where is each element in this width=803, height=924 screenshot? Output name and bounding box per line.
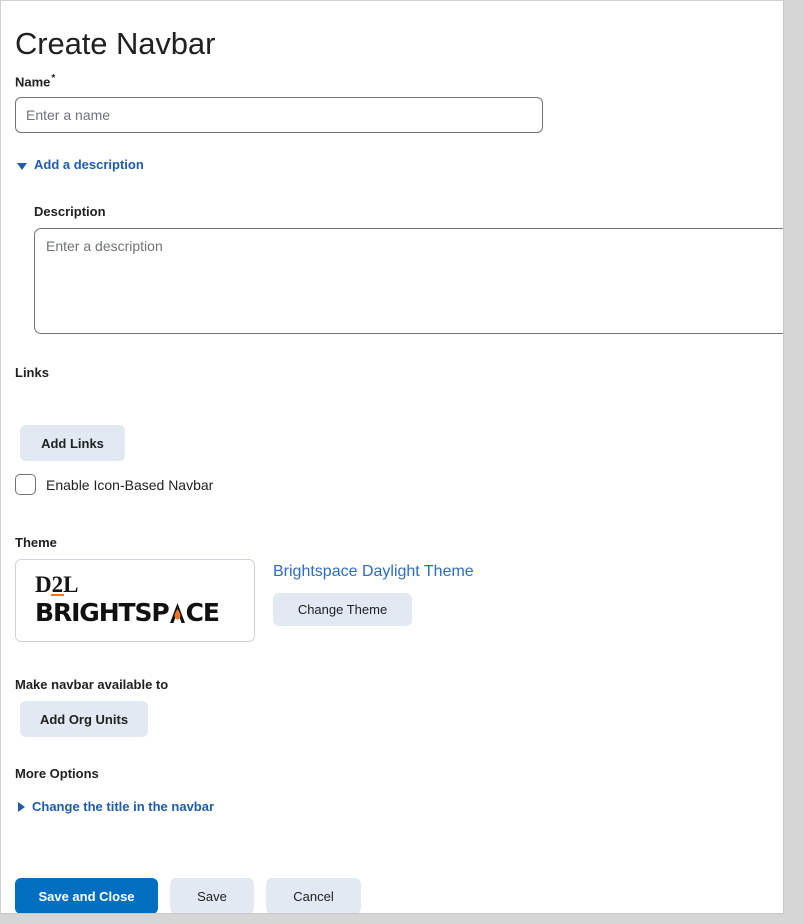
description-textarea[interactable] [34, 228, 783, 334]
page-frame: Create Navbar Name* Add a description De… [0, 0, 784, 914]
name-field-label: Name* [15, 71, 55, 90]
change-title-toggle[interactable]: Change the title in the navbar [18, 799, 214, 815]
footer-divider [1, 867, 783, 868]
more-options-label: More Options [15, 766, 99, 781]
change-theme-button[interactable]: Change Theme [273, 593, 412, 626]
add-org-units-button[interactable]: Add Org Units [20, 701, 148, 737]
brightspace-wordmark: BRIGHTSP CE [35, 598, 220, 627]
triangle-down-icon [17, 162, 27, 170]
page-title: Create Navbar [15, 25, 216, 61]
screenshot-root: Create Navbar Name* Add a description De… [0, 0, 803, 924]
name-input[interactable] [15, 97, 543, 133]
icon-based-navbar-row[interactable]: Enable Icon-Based Navbar [15, 474, 213, 495]
availability-label: Make navbar available to [15, 677, 169, 692]
save-button[interactable]: Save [170, 878, 254, 913]
d2l-brightspace-logo: D2L BRIGHTSP CE [35, 572, 220, 627]
description-label: Description [34, 204, 106, 219]
flame-a-icon [169, 603, 186, 623]
triangle-right-icon [18, 802, 25, 812]
footer-actions: Save and Close Save Cancel [15, 878, 361, 913]
icon-based-navbar-label: Enable Icon-Based Navbar [46, 476, 214, 493]
theme-thumbnail: D2L BRIGHTSP CE [15, 559, 255, 642]
theme-label: Theme [15, 535, 57, 550]
add-description-toggle[interactable]: Add a description [17, 157, 144, 173]
save-and-close-button[interactable]: Save and Close [15, 878, 158, 913]
icon-based-navbar-checkbox[interactable] [15, 474, 36, 495]
form-container: Create Navbar Name* Add a description De… [1, 1, 783, 913]
d2l-wordmark: D2L [35, 572, 79, 597]
theme-name-link[interactable]: Brightspace Daylight Theme [273, 562, 474, 582]
add-description-label: Add a description [34, 157, 144, 172]
add-links-button[interactable]: Add Links [20, 425, 125, 461]
required-asterisk: * [51, 73, 56, 84]
change-title-label: Change the title in the navbar [32, 799, 215, 814]
name-label-text: Name [15, 74, 51, 90]
d2l-two-glyph: 2 [50, 572, 64, 597]
cancel-button[interactable]: Cancel [266, 878, 361, 913]
links-label: Links [15, 365, 49, 380]
